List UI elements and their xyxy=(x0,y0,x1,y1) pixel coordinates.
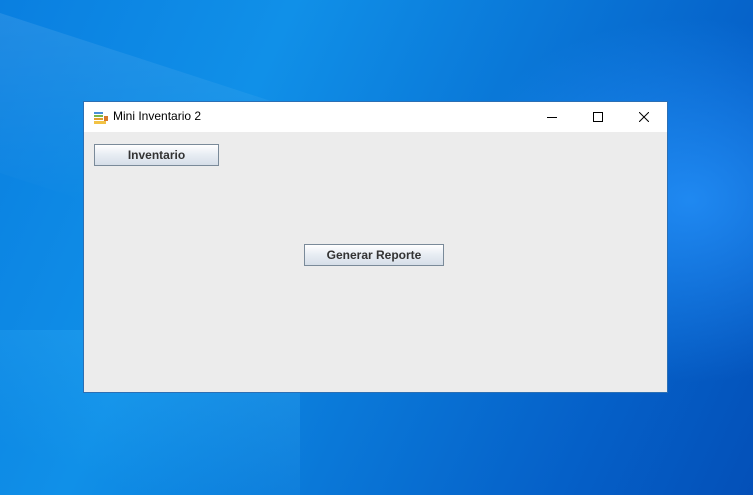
maximize-icon xyxy=(593,112,603,122)
close-button[interactable] xyxy=(621,102,667,132)
minimize-button[interactable] xyxy=(529,102,575,132)
minimize-icon xyxy=(547,117,557,118)
inventario-button[interactable]: Inventario xyxy=(94,144,219,166)
maximize-button[interactable] xyxy=(575,102,621,132)
app-window: Mini Inventario 2 Inventario Generar Rep… xyxy=(83,101,668,393)
desktop-background: Mini Inventario 2 Inventario Generar Rep… xyxy=(0,0,753,495)
inventory-app-icon xyxy=(93,110,109,124)
title-bar[interactable]: Mini Inventario 2 xyxy=(84,102,667,132)
close-icon xyxy=(639,112,649,122)
window-title: Mini Inventario 2 xyxy=(113,109,202,123)
generar-reporte-button[interactable]: Generar Reporte xyxy=(304,244,444,266)
